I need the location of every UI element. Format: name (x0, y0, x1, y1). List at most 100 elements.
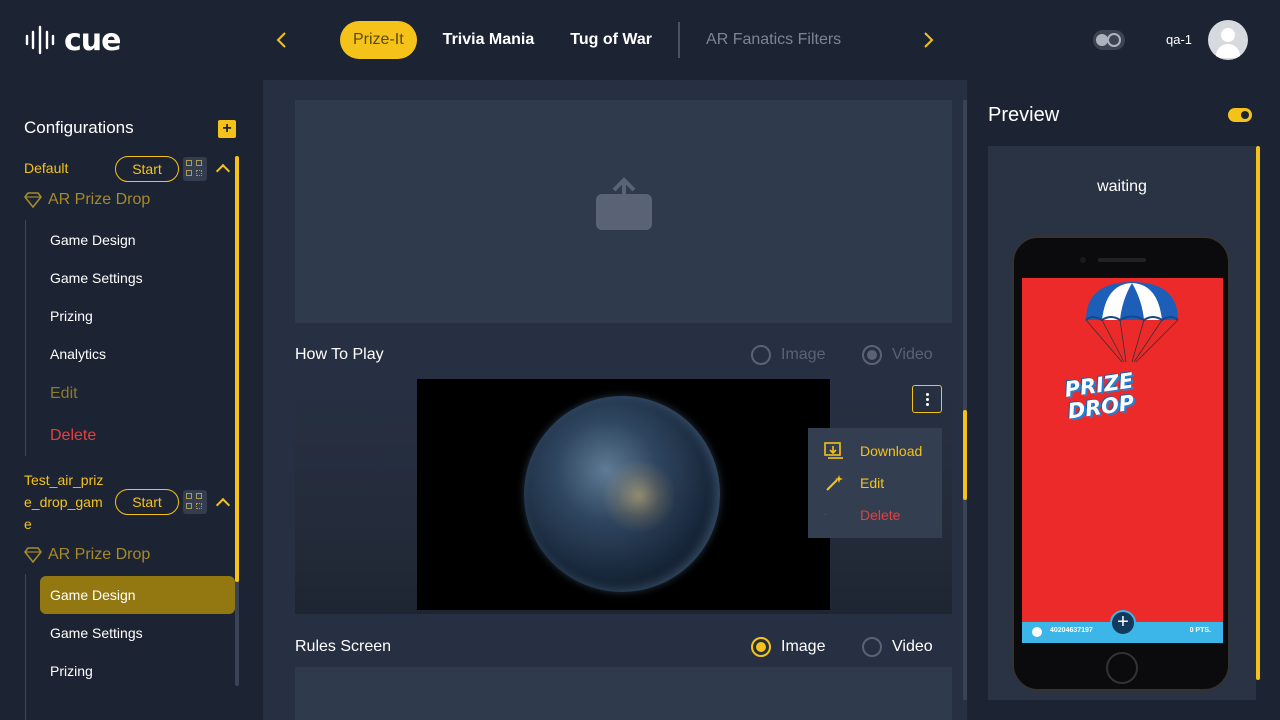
preview-title: Preview (988, 104, 1060, 126)
preview-toggle[interactable] (1228, 108, 1252, 122)
tab-trivia-mania[interactable]: Trivia Mania (425, 21, 553, 59)
menu-game-settings[interactable]: Game Settings (50, 270, 143, 286)
game-type-label: AR Prize Drop (24, 546, 150, 564)
phone-screen: PRIZE DROP 40204637197 0 PTS. + (1022, 278, 1223, 643)
tab-divider (678, 22, 681, 58)
add-configuration-button[interactable]: + (218, 120, 236, 138)
qr-code-icon[interactable] (183, 490, 207, 514)
download-icon (824, 442, 843, 459)
menu-game-design-selected[interactable]: Game Design (40, 576, 235, 614)
menu-analytics[interactable]: Analytics (50, 346, 106, 362)
phone-home-button (1106, 652, 1138, 684)
more-options-button[interactable] (912, 385, 942, 413)
points-display: 0 PTS. (1189, 627, 1211, 634)
game-type-text: AR Prize Drop (48, 191, 151, 208)
config-name-default[interactable]: Default (24, 157, 68, 179)
radio-image[interactable] (751, 637, 771, 657)
avatar[interactable] (1208, 20, 1248, 60)
rules-video-option[interactable]: Video (862, 637, 933, 657)
upload-icon (596, 177, 652, 230)
delete-label: Delete (860, 507, 901, 523)
prize-drop-logo: PRIZE DROP (1063, 368, 1137, 423)
rules-image-option[interactable]: Image (751, 637, 825, 657)
preview-scrollbar[interactable] (1256, 146, 1260, 680)
how-to-play-label: How To Play (295, 346, 384, 363)
start-button[interactable]: Start (115, 489, 179, 515)
radio-image-label: Image (781, 638, 826, 655)
preview-panel: Preview waiting PRIZE DROP 40204637197 0… (967, 80, 1280, 720)
rules-upload-area[interactable] (295, 667, 952, 720)
delete-menu-item[interactable]: · Delete (824, 506, 900, 524)
menu-game-settings[interactable]: Game Settings (50, 625, 143, 641)
chevron-right-icon (924, 32, 934, 48)
main-content: How To Play Image Video Download Edit · … (263, 80, 967, 720)
phone-camera (1080, 257, 1086, 263)
qr-code-icon[interactable] (183, 157, 207, 181)
menu-game-design[interactable]: Game Design (50, 232, 136, 248)
player-id: 40204637197 (1050, 627, 1093, 634)
tree-line (25, 220, 26, 456)
radio-image[interactable] (751, 345, 771, 365)
chevron-left-icon (276, 32, 286, 48)
menu-delete[interactable]: Delete (50, 427, 96, 445)
phone-plus-button[interactable]: + (1110, 610, 1136, 636)
config-name-line: e (24, 516, 32, 532)
sidebar-scrollbar[interactable] (235, 156, 239, 686)
diamond-icon (24, 547, 42, 563)
radio-image-label: Image (781, 346, 826, 363)
phone-mockup: PRIZE DROP 40204637197 0 PTS. + (1012, 236, 1230, 691)
preview-status: waiting (1097, 178, 1147, 195)
game-type-text: AR Prize Drop (48, 546, 151, 563)
menu-edit[interactable]: Edit (50, 385, 78, 403)
top-bar: cue Prize-It Trivia Mania Tug of War AR … (0, 0, 1280, 80)
how-to-play-video-option[interactable]: Video (862, 345, 933, 365)
radio-video[interactable] (862, 637, 882, 657)
earth-image (524, 396, 720, 592)
radio-video-label: Video (892, 346, 933, 363)
config-name-line: e_drop_gam (24, 494, 103, 510)
info-icon (1032, 627, 1042, 637)
trash-icon: · (824, 510, 827, 519)
parachute-icon (1085, 282, 1179, 363)
collapse-chevron-icon[interactable] (216, 162, 230, 176)
download-menu-item[interactable]: Download (824, 442, 922, 460)
preview-card: waiting PRIZE DROP 40204637197 0 PTS. + (988, 146, 1256, 700)
upload-dropzone[interactable] (295, 100, 952, 323)
edit-label: Edit (860, 475, 885, 491)
theme-toggle[interactable] (1093, 30, 1125, 50)
cue-logo[interactable]: cue (24, 22, 121, 58)
tab-prize-it[interactable]: Prize-It (340, 21, 417, 59)
download-label: Download (860, 443, 923, 459)
username: qa-1 (1166, 32, 1193, 47)
radio-video[interactable] (862, 345, 882, 365)
menu-prizing[interactable]: Prizing (50, 308, 93, 324)
menu-prizing[interactable]: Prizing (50, 663, 93, 679)
context-menu: Download Edit · Delete (808, 428, 942, 538)
moon-icon (1107, 33, 1121, 47)
sidebar-scrollbar-thumb[interactable] (235, 156, 239, 582)
tab-ar-fanatics-filters[interactable]: AR Fanatics Filters (688, 21, 859, 59)
avatar-head (1221, 28, 1235, 42)
game-tabs: Prize-It Trivia Mania Tug of War AR Fana… (340, 21, 859, 59)
config-name-line: Test_air_priz (24, 472, 104, 488)
video-preview[interactable] (417, 379, 830, 610)
diamond-icon (24, 192, 42, 208)
tree-line (25, 574, 26, 720)
config-name-test[interactable]: Test_air_priz e_drop_gam e (24, 469, 103, 535)
edit-menu-item[interactable]: Edit (824, 474, 884, 492)
collapse-chevron-icon[interactable] (216, 496, 230, 510)
tabs-next-button[interactable] (918, 28, 938, 52)
sidebar: Configurations + Default Start AR Prize … (0, 80, 263, 720)
logo-waveform-icon (25, 25, 55, 55)
phone-speaker (1098, 258, 1146, 262)
start-button[interactable]: Start (115, 156, 179, 182)
tabs-prev-button[interactable] (272, 28, 292, 52)
game-type-label: AR Prize Drop (24, 191, 150, 209)
magic-wand-icon (826, 475, 843, 491)
radio-video-label: Video (892, 638, 933, 655)
avatar-body (1216, 44, 1240, 58)
rules-screen-label: Rules Screen (295, 638, 392, 655)
how-to-play-image-option[interactable]: Image (751, 345, 825, 365)
tab-tug-of-war[interactable]: Tug of War (552, 21, 670, 59)
logo-text: cue (64, 22, 121, 58)
